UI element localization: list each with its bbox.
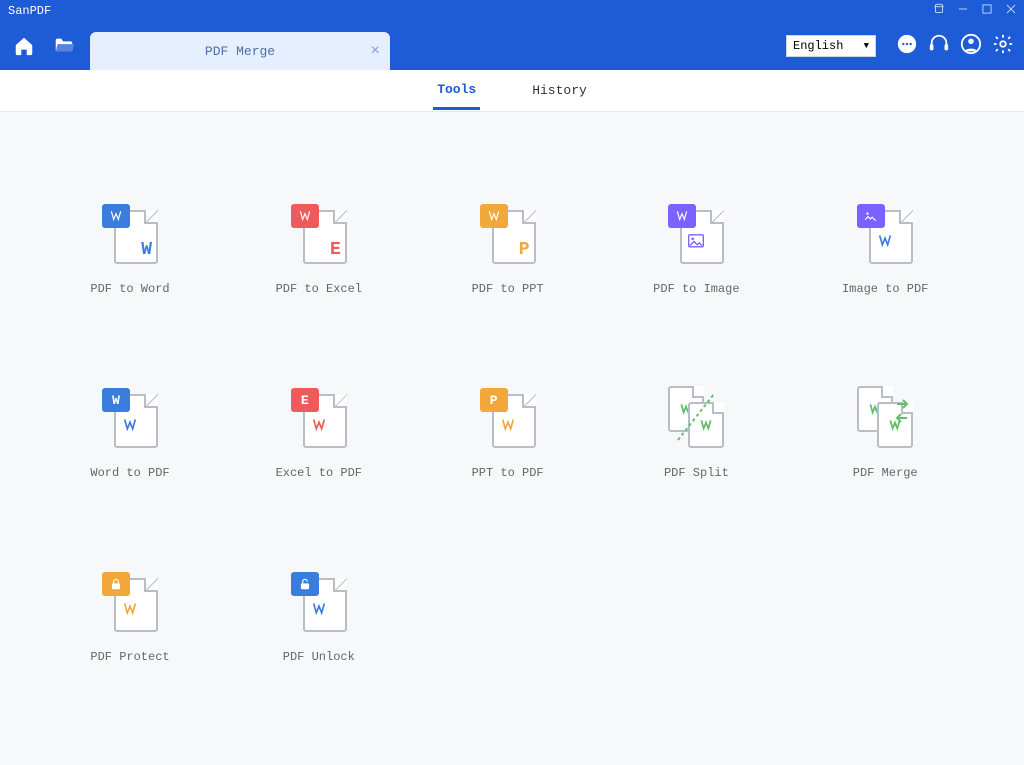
tool-excel-to-pdf[interactable]: E Excel to PDF: [259, 386, 379, 480]
pdf-unlock-icon: [291, 570, 347, 632]
tool-pdf-to-ppt[interactable]: P PDF to PPT: [448, 202, 568, 296]
tool-ppt-to-pdf[interactable]: P PPT to PDF: [448, 386, 568, 480]
settings-icon[interactable]: [992, 33, 1014, 60]
main-toolbar: PDF Merge × English ▼: [0, 22, 1024, 70]
minimize-button[interactable]: [956, 2, 970, 20]
language-value: English: [793, 39, 843, 53]
pdf-to-word-icon: W: [102, 202, 158, 264]
pdf-to-image-icon: [668, 202, 724, 264]
tab-label: PDF Merge: [104, 44, 376, 59]
pdf-split-icon: [668, 386, 724, 448]
tool-pdf-protect[interactable]: PDF Protect: [70, 570, 190, 664]
tab-tools[interactable]: Tools: [433, 72, 480, 110]
maximize-button[interactable]: [980, 2, 994, 20]
tools-grid: W PDF to Word E PDF to Excel P PDF to PP…: [0, 112, 1024, 664]
pdf-merge-icon: [857, 386, 913, 448]
open-folder-button[interactable]: [50, 32, 78, 60]
support-icon[interactable]: [928, 33, 950, 60]
language-select[interactable]: English ▼: [786, 35, 876, 57]
tool-pdf-unlock[interactable]: PDF Unlock: [259, 570, 379, 664]
tool-image-to-pdf[interactable]: Image to PDF: [825, 202, 945, 296]
tool-pdf-merge[interactable]: PDF Merge: [825, 386, 945, 480]
tool-pdf-to-image[interactable]: PDF to Image: [636, 202, 756, 296]
account-icon[interactable]: [960, 33, 982, 60]
word-to-pdf-icon: W: [102, 386, 158, 448]
pdf-protect-icon: [102, 570, 158, 632]
titlebar: SanPDF: [0, 0, 1024, 22]
app-title: SanPDF: [6, 4, 51, 18]
tool-word-to-pdf[interactable]: W Word to PDF: [70, 386, 190, 480]
excel-to-pdf-icon: E: [291, 386, 347, 448]
ppt-to-pdf-icon: P: [480, 386, 536, 448]
chevron-down-icon: ▼: [864, 41, 869, 51]
tool-pdf-split[interactable]: PDF Split: [636, 386, 756, 480]
tab-history[interactable]: History: [528, 73, 591, 108]
subnav: Tools History: [0, 70, 1024, 112]
image-to-pdf-icon: [857, 202, 913, 264]
active-tab[interactable]: PDF Merge ×: [90, 32, 390, 70]
home-button[interactable]: [10, 32, 38, 60]
chat-icon[interactable]: [896, 33, 918, 60]
tool-pdf-to-excel[interactable]: E PDF to Excel: [259, 202, 379, 296]
pdf-to-excel-icon: E: [291, 202, 347, 264]
theme-icon[interactable]: [932, 2, 946, 20]
pdf-to-ppt-icon: P: [480, 202, 536, 264]
close-button[interactable]: [1004, 2, 1018, 20]
tab-close-button[interactable]: ×: [370, 42, 380, 60]
tool-pdf-to-word[interactable]: W PDF to Word: [70, 202, 190, 296]
